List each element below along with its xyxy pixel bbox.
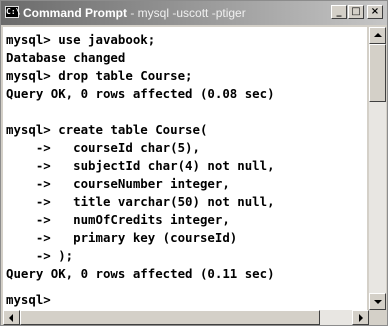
scroll-up-button[interactable] [369,27,386,44]
command-prompt-window: C:\ Command Prompt - mysql -uscott -ptig… [0,0,388,326]
window-title-app: Command Prompt [23,6,128,20]
console-line: -> numOfCredits integer, [6,212,230,227]
window-title-command: - mysql -uscott -ptiger [127,6,246,20]
console-line: -> courseId char(5), [6,140,200,155]
command-prompt-icon[interactable]: C:\ [5,6,20,18]
vertical-scroll-thumb[interactable] [369,44,386,102]
scroll-right-button[interactable] [352,310,369,325]
horizontal-scroll-thumb[interactable] [20,310,320,325]
console-line: mysql> create table Course( [6,122,208,137]
console-line: -> courseNumber integer, [6,176,230,191]
console-line: -> subjectId char(4) not null, [6,158,275,173]
console-line: Database changed [6,50,126,65]
console-line: -> primary key (courseId) [6,230,238,245]
console-prompt-line: mysql> [6,292,51,307]
horizontal-scrollbar[interactable] [3,310,369,325]
arrow-down-icon [374,300,382,304]
scroll-down-button[interactable] [369,293,386,310]
vertical-scrollbar[interactable] [369,27,386,310]
arrow-right-icon [359,314,363,322]
console-line: Query OK, 0 rows affected (0.11 sec) [6,266,275,281]
console-line: -> ); [6,248,74,263]
window-title: Command Prompt - mysql -uscott -ptiger [23,6,246,20]
scrollbar-corner [369,310,386,325]
console-line: -> title varchar(50) not null, [6,194,275,209]
console-line: mysql> use javabook; [6,32,156,47]
maximize-button[interactable]: □ [348,5,364,19]
title-bar[interactable]: C:\ Command Prompt - mysql -uscott -ptig… [1,1,387,25]
arrow-left-icon [9,314,13,322]
arrow-up-icon [374,33,382,37]
console-line: mysql> drop table Course; [6,68,193,83]
minimize-button[interactable]: _ [331,5,347,19]
console-output[interactable]: mysql> use javabook; Database changed my… [3,27,367,310]
scroll-left-button[interactable] [3,310,20,325]
close-button[interactable]: × [367,5,383,19]
console-line: Query OK, 0 rows affected (0.08 sec) [6,86,275,101]
